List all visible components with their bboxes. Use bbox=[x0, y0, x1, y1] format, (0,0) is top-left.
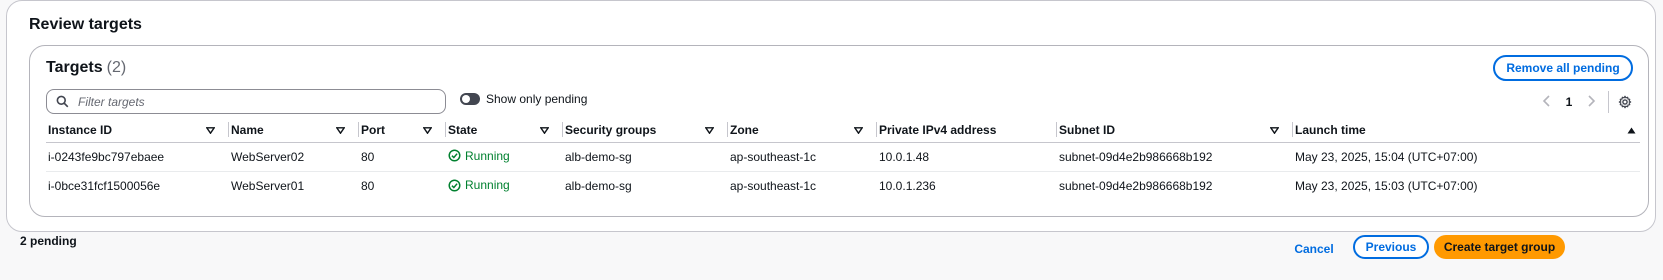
cell-port: 80 bbox=[361, 179, 375, 194]
cancel-button[interactable]: Cancel bbox=[1285, 236, 1343, 262]
column-header[interactable]: Private IPv4 address bbox=[877, 117, 1057, 143]
caret-down-icon bbox=[205, 123, 216, 137]
previous-button[interactable]: Previous bbox=[1353, 235, 1429, 259]
cell-state: Running bbox=[446, 142, 563, 172]
column-header-label: Instance ID bbox=[48, 122, 113, 137]
cell-zone: ap-southeast-1c bbox=[728, 142, 877, 172]
status-indicator: Running bbox=[448, 149, 510, 163]
column-header[interactable]: State bbox=[446, 117, 563, 143]
caret-down-icon bbox=[1269, 123, 1280, 137]
caret-down-icon bbox=[335, 123, 346, 137]
review-targets-card: Review targets Targets (2) Remove all pen… bbox=[6, 0, 1656, 232]
column-header-label: Launch time bbox=[1295, 122, 1366, 137]
targets-panel: Targets(2) Remove all pending Show only … bbox=[29, 45, 1649, 217]
current-page[interactable]: 1 bbox=[1558, 95, 1580, 109]
status-text: Running bbox=[465, 148, 510, 163]
cell-state: Running bbox=[446, 172, 563, 201]
caret-down-icon bbox=[539, 123, 550, 137]
toggle-label: Show only pending bbox=[486, 92, 588, 106]
column-header[interactable]: Launch time bbox=[1293, 117, 1640, 143]
table-row[interactable]: i-0243fe9bc797ebaee WebServer02 80 Runni… bbox=[46, 142, 1640, 172]
gear-icon[interactable] bbox=[1617, 94, 1633, 110]
targets-title: Targets (2) bbox=[46, 59, 126, 77]
chevron-right-icon[interactable] bbox=[1580, 94, 1602, 110]
pagination: 1 bbox=[1536, 91, 1633, 113]
cell-security-groups: alb-demo-sg bbox=[565, 179, 632, 194]
check-circle-icon bbox=[448, 178, 461, 192]
targets-count: (2) bbox=[106, 59, 127, 76]
targets-table: Instance ID Name Port State Security gro… bbox=[46, 117, 1640, 201]
cell-subnet-id: subnet-09d4e2b986668b192 bbox=[1057, 142, 1293, 172]
table-header-row: Instance ID Name Port State Security gro… bbox=[46, 117, 1640, 143]
cell-name: WebServer02 bbox=[229, 142, 359, 172]
column-header[interactable]: Subnet ID bbox=[1057, 117, 1293, 143]
column-header-label: Security groups bbox=[565, 122, 657, 137]
table-row[interactable]: i-0bce31fcf1500056e WebServer01 80 Runni… bbox=[46, 172, 1640, 201]
remove-all-pending-button[interactable]: Remove all pending bbox=[1493, 55, 1633, 81]
pager-divider bbox=[1608, 91, 1609, 113]
column-header-label: Zone bbox=[730, 122, 759, 137]
cell-port: 80 bbox=[359, 142, 446, 172]
column-header-label: State bbox=[448, 122, 478, 137]
status-text: Running bbox=[465, 178, 510, 192]
targets-title-text: Targets bbox=[46, 59, 103, 76]
show-only-pending-toggle[interactable]: Show only pending bbox=[460, 92, 587, 106]
caret-up-icon bbox=[1627, 123, 1636, 137]
filter-input[interactable] bbox=[78, 94, 418, 109]
cell-launch-time: May 23, 2025, 15:04 (UTC+07:00) bbox=[1293, 142, 1640, 172]
column-header[interactable]: Name bbox=[229, 117, 359, 143]
cell-instance-id: i-0243fe9bc797ebaee bbox=[46, 142, 229, 172]
caret-down-icon bbox=[853, 123, 864, 137]
pending-count: 2 pending bbox=[20, 234, 77, 248]
status-indicator: Running bbox=[448, 178, 510, 192]
create-target-group-button[interactable]: Create target group bbox=[1434, 235, 1565, 259]
column-header-label: Private IPv4 address bbox=[879, 122, 997, 137]
chevron-left-icon[interactable] bbox=[1536, 94, 1558, 110]
toggle-switch[interactable] bbox=[460, 93, 480, 105]
section-title: Review targets bbox=[29, 16, 142, 33]
column-header[interactable]: Zone bbox=[728, 117, 877, 143]
cell-launch-time: May 23, 2025, 15:03 (UTC+07:00) bbox=[1295, 179, 1478, 194]
cell-private-ip: 10.0.1.48 bbox=[877, 142, 1057, 172]
cell-name: WebServer01 bbox=[231, 179, 305, 194]
search-icon bbox=[56, 94, 72, 110]
column-header[interactable]: Instance ID bbox=[46, 117, 229, 143]
caret-down-icon bbox=[704, 123, 715, 137]
column-header-label: Subnet ID bbox=[1059, 122, 1115, 137]
column-header[interactable]: Security groups bbox=[563, 117, 728, 143]
filter-field[interactable] bbox=[46, 89, 446, 114]
column-header-label: Name bbox=[231, 122, 264, 137]
column-header[interactable]: Port bbox=[359, 117, 446, 143]
cell-private-ip: 10.0.1.236 bbox=[879, 179, 936, 194]
check-circle-icon bbox=[448, 149, 461, 162]
cell-instance-id: i-0bce31fcf1500056e bbox=[48, 179, 161, 194]
cell-subnet-id: subnet-09d4e2b986668b192 bbox=[1059, 179, 1213, 194]
column-header-label: Port bbox=[361, 122, 385, 137]
caret-down-icon bbox=[422, 123, 433, 137]
cell-zone: ap-southeast-1c bbox=[730, 179, 817, 194]
cell-security-groups: alb-demo-sg bbox=[563, 142, 728, 172]
